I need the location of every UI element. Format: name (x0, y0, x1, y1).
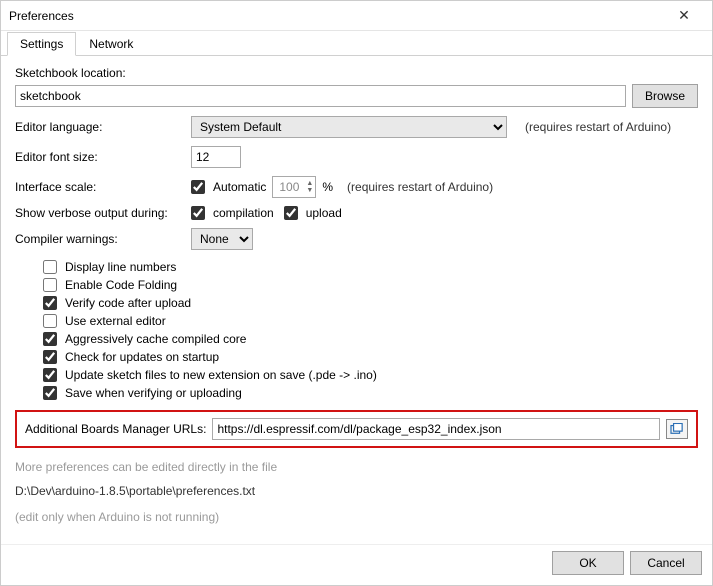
scale-auto-input[interactable] (191, 180, 205, 194)
opt-check-updates-label: Check for updates on startup (65, 350, 219, 364)
scale-spinner[interactable]: ▲▼ (306, 180, 313, 194)
opt-code-folding[interactable]: Enable Code Folding (15, 278, 698, 292)
prefs-path[interactable]: D:\Dev\arduino-1.8.5\portable\preference… (15, 484, 698, 498)
warnings-label: Compiler warnings: (15, 232, 185, 246)
boards-url-section: Additional Boards Manager URLs: (15, 410, 698, 448)
verbose-compilation-input[interactable] (191, 206, 205, 220)
scale-value-input[interactable]: 100 ▲▼ (272, 176, 316, 198)
opt-verify-after-upload-input[interactable] (43, 296, 57, 310)
boards-url-expand-button[interactable] (666, 419, 688, 439)
scale-value: 100 (279, 180, 299, 194)
opt-code-folding-label: Enable Code Folding (65, 278, 177, 292)
opt-display-line-numbers-input[interactable] (43, 260, 57, 274)
more-prefs-hint: More preferences can be edited directly … (15, 460, 698, 474)
warnings-select[interactable]: None (191, 228, 253, 250)
dialog-footer: OK Cancel (1, 544, 712, 585)
opt-check-updates[interactable]: Check for updates on startup (15, 350, 698, 364)
language-restart-note: (requires restart of Arduino) (525, 120, 671, 134)
scale-auto-label: Automatic (213, 180, 266, 194)
options-list: Display line numbers Enable Code Folding… (15, 260, 698, 400)
ok-button[interactable]: OK (552, 551, 624, 575)
opt-update-ext-input[interactable] (43, 368, 57, 382)
opt-save-verify[interactable]: Save when verifying or uploading (15, 386, 698, 400)
verbose-compilation-label: compilation (213, 206, 274, 220)
verbose-upload-input[interactable] (284, 206, 298, 220)
sketchbook-label: Sketchbook location: (15, 66, 698, 80)
verbose-compilation-checkbox[interactable]: compilation (191, 206, 274, 220)
sketchbook-input[interactable] (15, 85, 626, 107)
window-title: Preferences (9, 9, 74, 23)
close-button[interactable]: ✕ (664, 2, 704, 30)
chevron-up-icon: ▲ (306, 180, 313, 187)
tab-network[interactable]: Network (76, 32, 146, 56)
opt-update-ext[interactable]: Update sketch files to new extension on … (15, 368, 698, 382)
chevron-down-icon: ▼ (306, 187, 313, 194)
opt-code-folding-input[interactable] (43, 278, 57, 292)
opt-external-editor-label: Use external editor (65, 314, 166, 328)
cancel-button[interactable]: Cancel (630, 551, 702, 575)
opt-display-line-numbers-label: Display line numbers (65, 260, 176, 274)
opt-verify-after-upload-label: Verify code after upload (65, 296, 191, 310)
titlebar: Preferences ✕ (1, 1, 712, 31)
language-label: Editor language: (15, 120, 185, 134)
language-select[interactable]: System Default (191, 116, 507, 138)
opt-save-verify-label: Save when verifying or uploading (65, 386, 242, 400)
opt-external-editor[interactable]: Use external editor (15, 314, 698, 328)
scale-auto-checkbox[interactable]: Automatic (191, 180, 266, 194)
boards-url-label: Additional Boards Manager URLs: (25, 422, 206, 436)
scale-label: Interface scale: (15, 180, 185, 194)
scale-percent: % (322, 180, 333, 194)
opt-display-line-numbers[interactable]: Display line numbers (15, 260, 698, 274)
fontsize-input[interactable] (191, 146, 241, 168)
opt-cache-core[interactable]: Aggressively cache compiled core (15, 332, 698, 346)
verbose-upload-label: upload (306, 206, 342, 220)
boards-url-input[interactable] (212, 418, 660, 440)
opt-update-ext-label: Update sketch files to new extension on … (65, 368, 377, 382)
opt-verify-after-upload[interactable]: Verify code after upload (15, 296, 698, 310)
window-icon (670, 423, 684, 435)
preferences-window: Preferences ✕ Settings Network Sketchboo… (0, 0, 713, 586)
fontsize-label: Editor font size: (15, 150, 185, 164)
opt-external-editor-input[interactable] (43, 314, 57, 328)
opt-cache-core-input[interactable] (43, 332, 57, 346)
opt-save-verify-input[interactable] (43, 386, 57, 400)
sketchbook-section: Sketchbook location: Browse (15, 66, 698, 108)
close-icon: ✕ (678, 7, 690, 24)
tab-settings[interactable]: Settings (7, 32, 76, 56)
opt-check-updates-input[interactable] (43, 350, 57, 364)
settings-panel: Sketchbook location: Browse Editor langu… (1, 56, 712, 544)
opt-cache-core-label: Aggressively cache compiled core (65, 332, 246, 346)
browse-button[interactable]: Browse (632, 84, 698, 108)
verbose-upload-checkbox[interactable]: upload (284, 206, 342, 220)
edit-only-hint: (edit only when Arduino is not running) (15, 510, 698, 524)
tab-bar: Settings Network (1, 31, 712, 56)
scale-restart-note: (requires restart of Arduino) (347, 180, 493, 194)
verbose-label: Show verbose output during: (15, 206, 185, 220)
